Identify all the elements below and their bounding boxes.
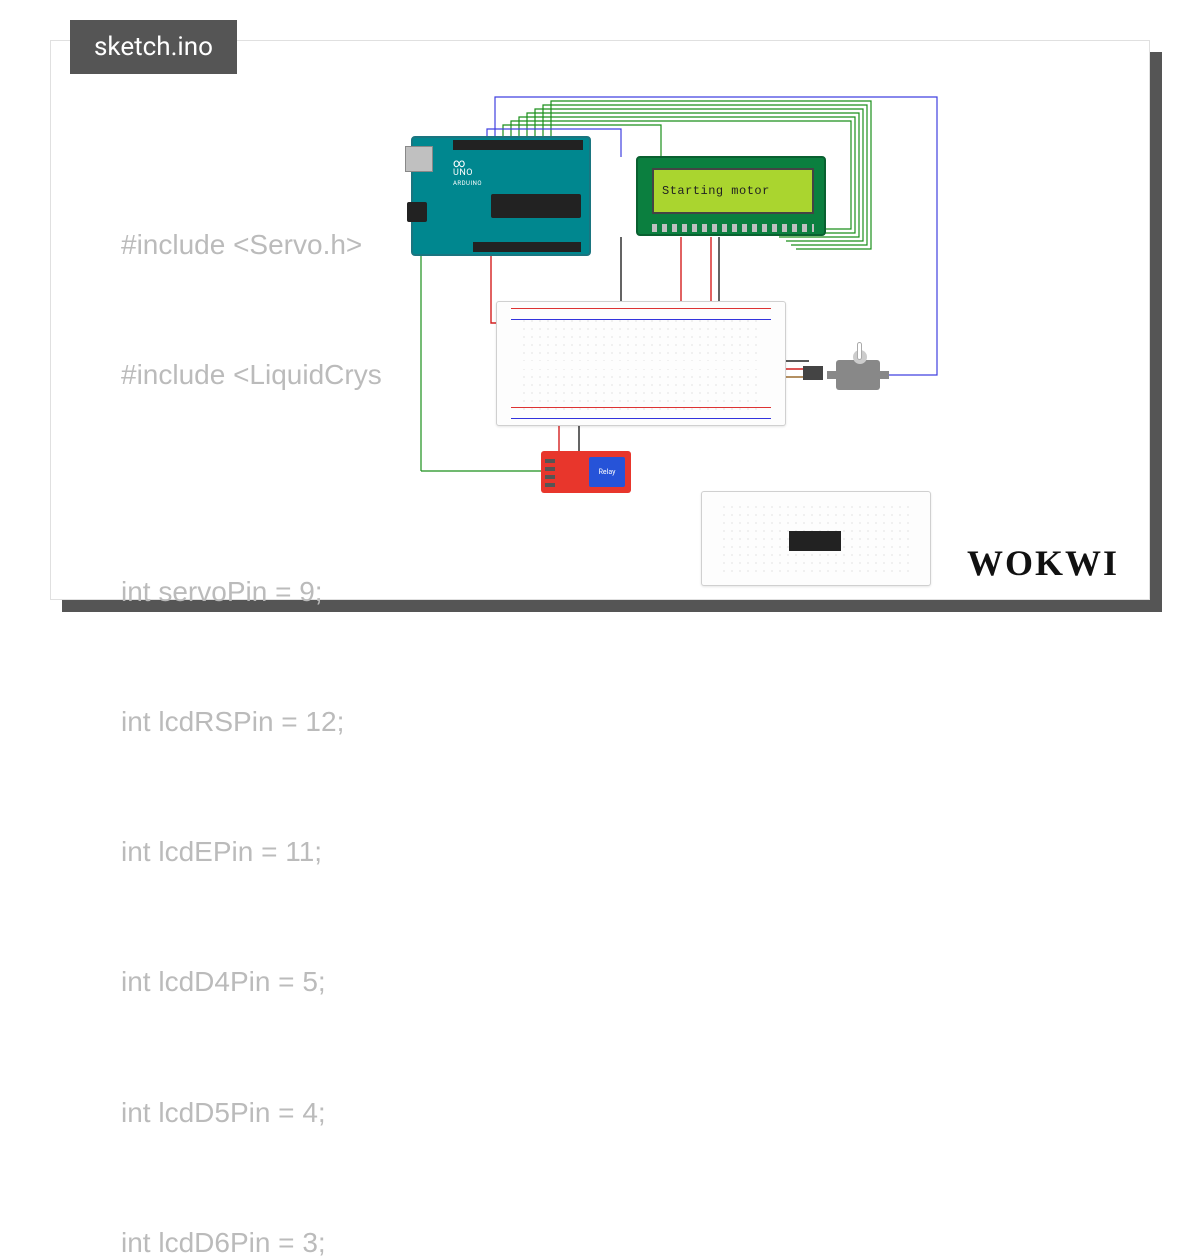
analog-pins [473, 242, 581, 252]
atmega-chip-icon [491, 194, 581, 218]
code-line: int lcdEPin = 11; [121, 830, 382, 873]
preview-card: #include <Servo.h> #include <LiquidCrys … [50, 40, 1150, 600]
relay-block: Relay [589, 457, 625, 487]
usb-port-icon [405, 146, 433, 172]
seven-segment-chip [789, 531, 841, 551]
power-rail-top [511, 308, 770, 320]
servo-connector [803, 366, 823, 380]
code-line: int lcdD6Pin = 3; [121, 1221, 382, 1260]
lcd-pins [652, 224, 814, 232]
servo-mount-tab [879, 371, 889, 379]
code-line: int lcdRSPin = 12; [121, 700, 382, 743]
lcd-1602[interactable]: Starting motor [636, 156, 826, 236]
circuit-diagram[interactable]: ∞ UNO ARDUINO Starting motor Relay [381, 91, 1161, 591]
wokwi-logo: WOKWI [967, 542, 1119, 584]
servo-motor[interactable] [821, 346, 901, 396]
code-line: int lcdD5Pin = 4; [121, 1091, 382, 1134]
servo-body [836, 360, 880, 390]
code-snippet: #include <Servo.h> #include <LiquidCrys … [121, 136, 382, 1260]
lcd-screen: Starting motor [652, 168, 814, 214]
file-tab[interactable]: sketch.ino [70, 20, 237, 74]
relay-module[interactable]: Relay [541, 451, 631, 493]
breadboard-divider [497, 361, 785, 369]
relay-pins [545, 457, 555, 487]
code-line: #include <LiquidCrys [121, 353, 382, 396]
breadboard-main[interactable] [496, 301, 786, 426]
code-line: int servoPin = 9; [121, 570, 382, 613]
arduino-uno[interactable]: ∞ UNO ARDUINO [411, 136, 591, 256]
board-label: UNO ARDUINO [453, 168, 482, 188]
breadboard-small[interactable] [701, 491, 931, 586]
code-line: int lcdD4Pin = 5; [121, 960, 382, 1003]
servo-arm [857, 342, 862, 360]
digital-pins [453, 140, 583, 150]
power-rail-bottom [511, 407, 770, 419]
file-tab-label: sketch.ino [94, 32, 213, 62]
code-line: #include <Servo.h> [121, 223, 382, 266]
power-jack-icon [407, 202, 427, 222]
